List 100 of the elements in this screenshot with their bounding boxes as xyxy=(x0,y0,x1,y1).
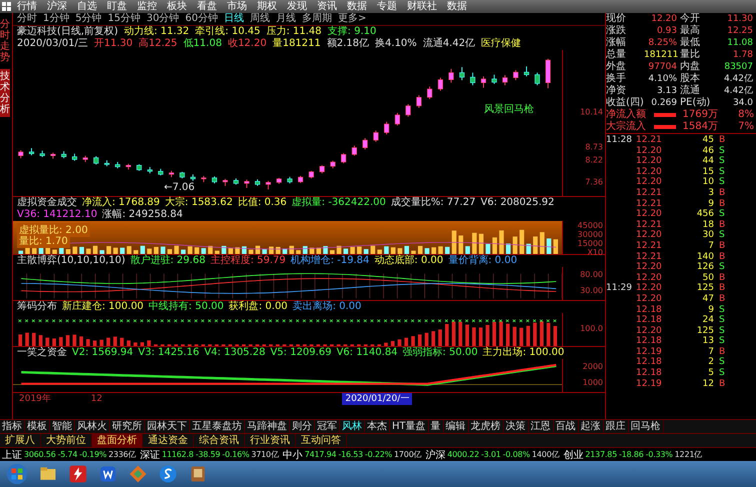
index-percent: -0.22% xyxy=(364,450,392,459)
side-tab[interactable]: 分时走势 xyxy=(0,17,10,65)
indicator-title[interactable]: 虚拟资金成交 xyxy=(17,197,77,209)
tick-volume: 5 xyxy=(707,368,714,379)
browser-icon[interactable] xyxy=(158,464,178,484)
tick-volume: 7 xyxy=(707,346,714,357)
indicator-value: 净流入: 1768.89 xyxy=(82,197,160,208)
tick-price: 12.20 xyxy=(636,166,663,177)
candle xyxy=(201,175,206,183)
tick-volume: 24 xyxy=(702,315,714,326)
index-percent: -0.08% xyxy=(502,450,530,459)
indicator-value: 虚拟量: -362422.00 xyxy=(292,197,386,209)
document-app-icon[interactable] xyxy=(98,464,118,484)
tick-volume: 44 xyxy=(702,156,714,167)
menu-item[interactable]: 市场 xyxy=(223,0,251,13)
menu-item[interactable]: 监控 xyxy=(133,0,161,13)
candle xyxy=(18,150,24,159)
candle xyxy=(341,152,346,164)
lightning-icon[interactable] xyxy=(68,464,88,484)
indicator-value: 机构增仓: -19.84 xyxy=(290,255,370,267)
menu-item[interactable]: 自选 xyxy=(73,0,101,13)
candle xyxy=(115,162,120,169)
index-percent: -0.16% xyxy=(222,450,250,459)
start-button[interactable] xyxy=(6,463,28,485)
menu-item[interactable]: 数据 xyxy=(443,0,471,13)
menu-item[interactable]: 板块 xyxy=(163,0,191,13)
tick-side: B xyxy=(718,220,726,230)
stock-info-text: 低11.08 xyxy=(183,38,222,50)
side-tab[interactable]: 技术分析 xyxy=(0,69,10,117)
quote-value: 34.0 xyxy=(732,97,754,109)
tick-side: S xyxy=(718,209,726,220)
indicator-value: 强弱指标: 50.00 xyxy=(402,347,478,359)
indicator-title[interactable]: 主散博弈(10,10,10,10) xyxy=(17,255,126,267)
stock-info-text: 动力线: 11.32 xyxy=(124,26,190,38)
candle xyxy=(330,160,336,169)
candle xyxy=(233,178,239,186)
tick-volume: 10 xyxy=(702,177,714,188)
axis-label: 100.0 xyxy=(580,324,603,333)
index-percent: -0.19% xyxy=(79,450,106,459)
menu-item[interactable]: 发现 xyxy=(283,0,311,13)
tick-price: 12.20 xyxy=(636,209,663,220)
axis-label: 8.73 xyxy=(585,142,603,152)
indicator-title[interactable]: 筹码分布 xyxy=(17,301,57,313)
candle xyxy=(352,145,357,156)
menu-item[interactable]: 财联社 xyxy=(403,0,441,13)
quote-value: 4.10% xyxy=(647,73,678,85)
menu-item[interactable]: 沪深 xyxy=(43,0,71,13)
tick-price: 12.21 xyxy=(636,198,663,209)
indicator-title[interactable]: 一笑之资金 xyxy=(17,347,67,359)
period-tab[interactable]: 日线 xyxy=(224,13,244,25)
quote-value: 11.30 xyxy=(726,13,754,25)
quote-label: 外盘 xyxy=(606,61,627,72)
stock-info-text: 高12.25 xyxy=(138,38,178,50)
candle xyxy=(502,74,508,86)
indicator-value: V2: 1569.94 xyxy=(72,347,134,359)
period-tab[interactable]: 月线 xyxy=(276,13,296,25)
menu-item[interactable]: 专题 xyxy=(373,0,401,13)
period-tab[interactable]: 60分钟 xyxy=(185,13,218,25)
candle xyxy=(168,170,174,178)
period-tab[interactable]: 更多> xyxy=(338,13,366,25)
index-value: 2137.85 xyxy=(585,450,617,459)
time-axis-label: 12 xyxy=(90,393,102,405)
candle xyxy=(126,163,131,170)
tick-side: S xyxy=(718,357,726,368)
axis-label: 30000 xyxy=(578,230,603,239)
indicator-value: V36: 141212.10 xyxy=(17,209,98,221)
period-tab[interactable]: 分时 xyxy=(17,13,37,25)
menu-item[interactable]: 数据 xyxy=(343,0,371,13)
period-tab[interactable]: 30分钟 xyxy=(146,13,180,25)
tick-price: 12.20 xyxy=(636,294,663,304)
candle xyxy=(448,68,454,84)
indicator-value: 动态底部: 0.00 xyxy=(374,255,444,267)
stock-info-text: 牵引线: 10.45 xyxy=(195,26,260,38)
period-tab[interactable]: 15分钟 xyxy=(108,13,140,25)
menu-item[interactable]: 期权 xyxy=(253,0,281,13)
candle xyxy=(534,72,540,86)
tick-side: B xyxy=(718,240,726,252)
menu-item[interactable]: 盯盘 xyxy=(103,0,131,13)
index-amount: 1400亿 xyxy=(532,449,560,460)
tick-side: S xyxy=(718,166,726,177)
extension-tab[interactable]: 盘面分析 xyxy=(92,434,143,447)
period-tab[interactable]: 5分钟 xyxy=(75,13,102,25)
period-tab[interactable]: 多周期 xyxy=(302,13,332,25)
menu-item[interactable]: 看盘 xyxy=(193,0,221,13)
quote-label: 涨跌 xyxy=(606,25,627,36)
menu-icon[interactable] xyxy=(2,2,11,11)
menu-item[interactable]: 行情 xyxy=(13,0,41,13)
quote-label: 涨幅 xyxy=(606,37,627,48)
candle xyxy=(254,178,260,186)
tick-volume: 126 xyxy=(696,262,714,273)
indicator-value: 主力出场: 100.00 xyxy=(482,347,564,359)
candle xyxy=(480,76,486,88)
indicator-value: 中线持有: 50.00 xyxy=(148,301,224,313)
tick-side: S xyxy=(718,177,726,188)
period-tab[interactable]: 周线 xyxy=(250,13,270,25)
candle xyxy=(470,72,476,86)
menu-item[interactable]: 资讯 xyxy=(313,0,341,13)
tick-time: 11:28 xyxy=(606,135,633,146)
period-tab[interactable]: 1分钟 xyxy=(43,13,70,25)
flow-label: 大宗流入 xyxy=(606,121,647,133)
